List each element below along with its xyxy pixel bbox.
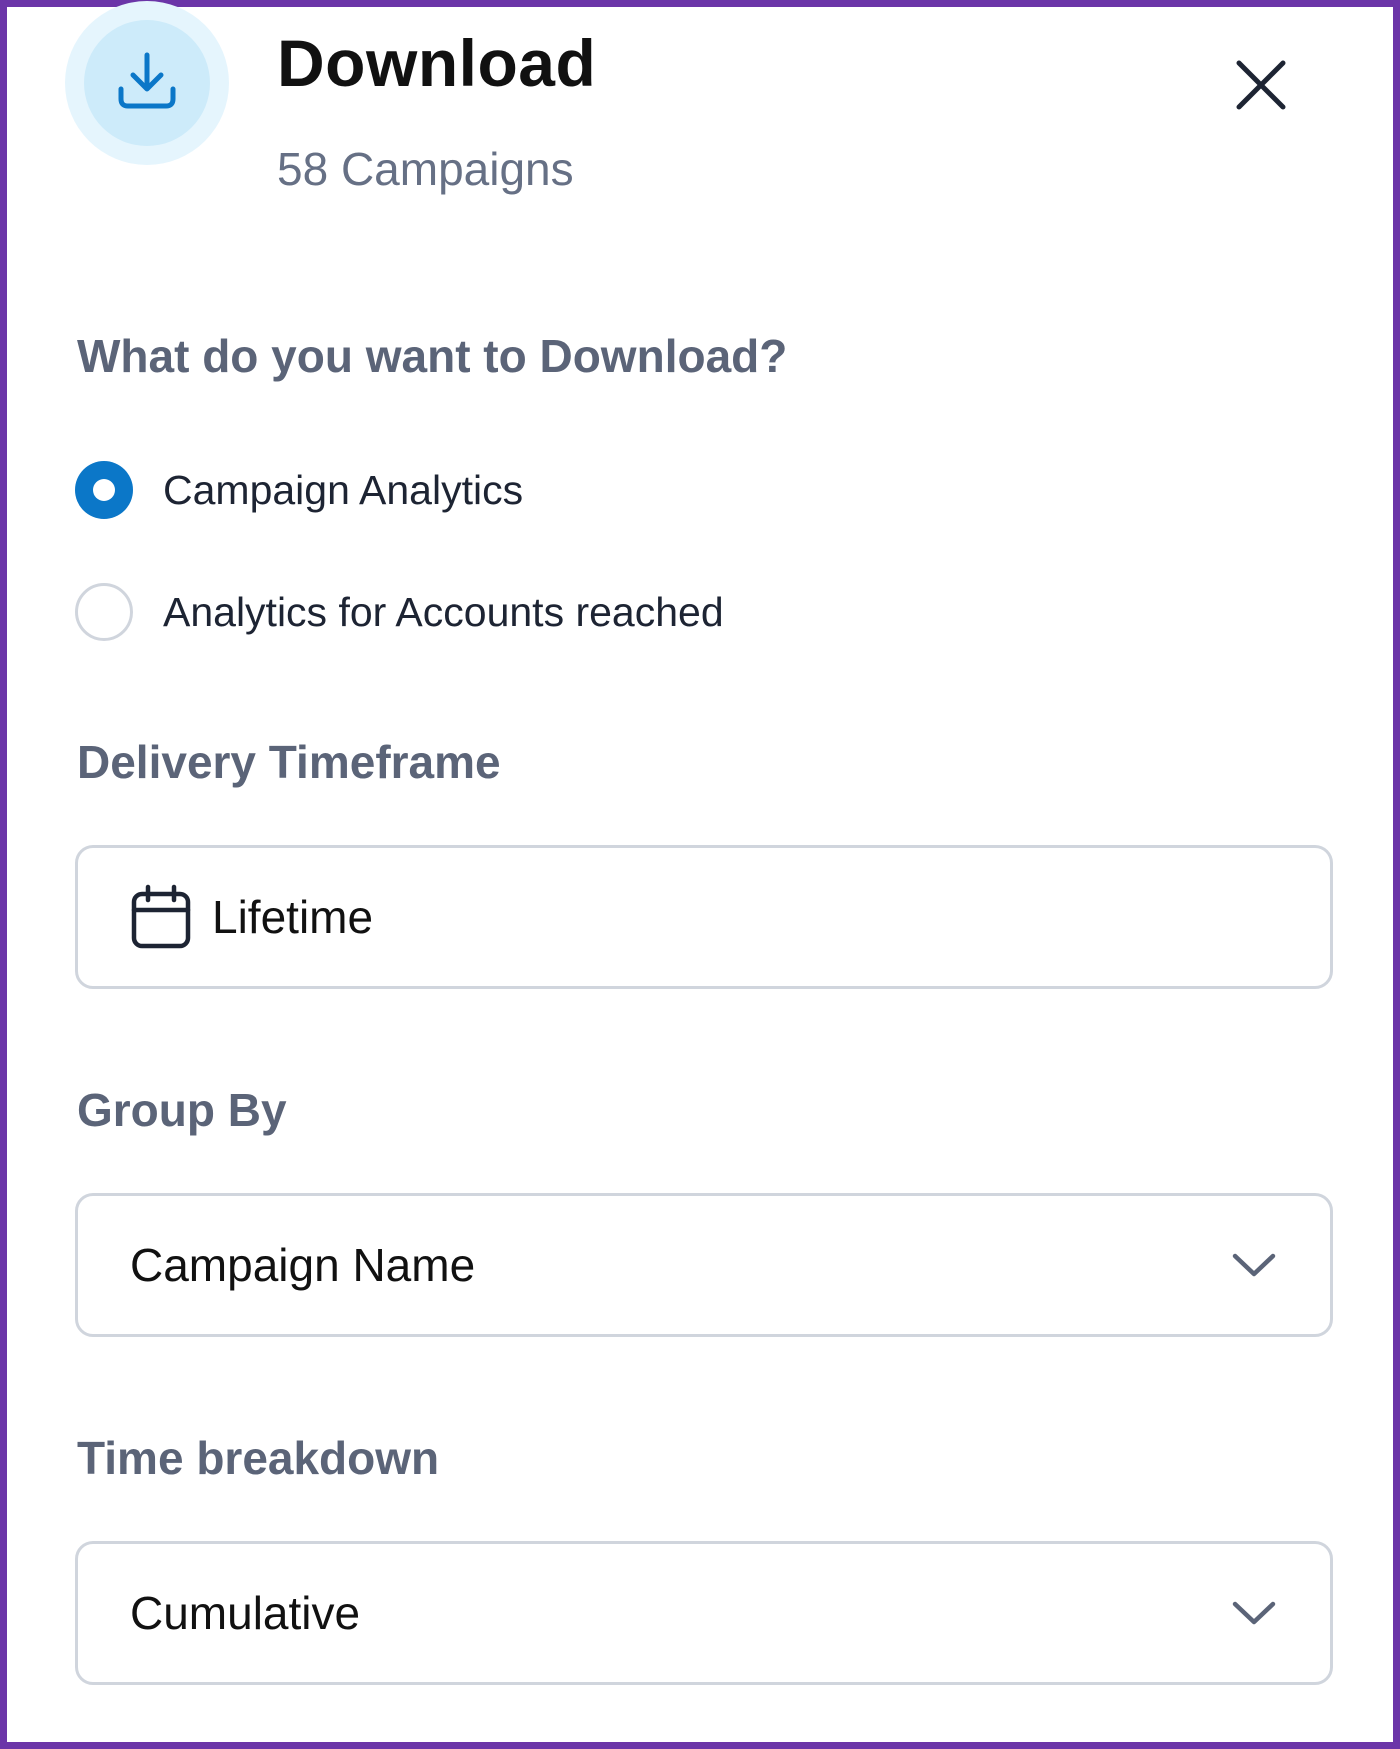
calendar-icon (130, 884, 192, 950)
dialog-title: Download (277, 26, 597, 100)
time-breakdown-value: Cumulative (130, 1587, 361, 1639)
radio-accounts-reached[interactable]: Analytics for Accounts reached (75, 582, 724, 642)
group-by-label: Group By (77, 1084, 287, 1136)
download-icon (115, 51, 179, 116)
radio-campaign-analytics[interactable]: Campaign Analytics (75, 460, 523, 520)
campaign-count: 58 Campaigns (277, 143, 574, 195)
radio-label: Analytics for Accounts reached (163, 588, 724, 635)
radio-button-unchecked[interactable] (75, 583, 133, 641)
close-icon (1233, 57, 1289, 118)
download-dialog: Download 58 Campaigns What do you want t… (0, 0, 1400, 1749)
delivery-timeframe-value: Lifetime (212, 891, 374, 943)
group-by-select[interactable]: Campaign Name (75, 1193, 1333, 1337)
radio-label: Campaign Analytics (163, 466, 524, 513)
delivery-timeframe-label: Delivery Timeframe (77, 736, 501, 788)
close-button[interactable] (1225, 51, 1297, 123)
time-breakdown-select[interactable]: Cumulative (75, 1541, 1333, 1685)
radio-button-checked[interactable] (75, 461, 133, 519)
chevron-down-icon (1230, 1250, 1278, 1280)
download-icon-badge (65, 1, 229, 165)
group-by-value: Campaign Name (130, 1239, 476, 1291)
time-breakdown-label: Time breakdown (77, 1432, 440, 1484)
download-type-heading: What do you want to Download? (77, 330, 788, 382)
delivery-timeframe-picker[interactable]: Lifetime (75, 845, 1333, 989)
chevron-down-icon (1230, 1598, 1278, 1628)
